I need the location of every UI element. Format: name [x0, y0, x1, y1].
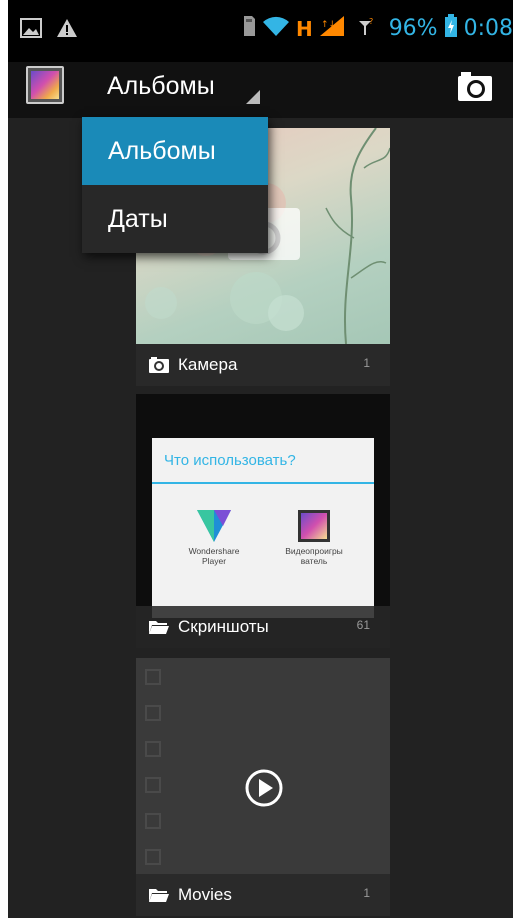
chooser-dialog-title: Что использовать? — [164, 452, 296, 469]
album-name: Камера — [178, 355, 238, 374]
gallery-app-icon[interactable] — [26, 66, 64, 104]
album-tile-screenshots[interactable]: Что использовать? Wondershare Player Вид… — [136, 394, 390, 648]
album-label-bar: Скриншоты 61 — [136, 606, 390, 648]
gallery-notification-icon — [20, 18, 42, 43]
chooser-app-label: Player — [201, 556, 227, 566]
chooser-app-item: Wondershare Player — [164, 508, 264, 566]
dropdown-item-dates[interactable]: Даты — [82, 185, 268, 253]
signal-icon: ↑↓ — [319, 15, 345, 42]
album-name: Скриншоты — [178, 617, 269, 636]
wondershare-player-icon — [197, 510, 231, 542]
play-button[interactable] — [244, 768, 284, 808]
album-label-bar: Камера 1 — [136, 344, 390, 386]
album-count: 1 — [363, 886, 370, 900]
battery-charging-icon — [444, 14, 458, 43]
wifi-icon — [262, 15, 290, 42]
sd-card-icon — [242, 15, 256, 42]
camera-icon — [458, 72, 492, 101]
chooser-app-label: Видеопроигры — [285, 546, 343, 556]
album-count: 61 — [356, 618, 370, 632]
no-sim-icon: ? — [355, 15, 377, 42]
album-mode-spinner[interactable]: Альбомы — [107, 72, 215, 101]
svg-text:↑↓: ↑↓ — [321, 20, 336, 30]
clock: 0:08 — [463, 16, 513, 41]
camera-icon — [148, 356, 170, 374]
dropdown-item-albums[interactable]: Альбомы — [82, 117, 268, 185]
status-bar: H ↑↓ ? 96% 0:08 — [8, 0, 513, 62]
chooser-app-item: Видеопроигры ватель — [264, 508, 364, 566]
play-icon — [245, 769, 283, 807]
chooser-app-label: ватель — [300, 556, 328, 566]
chooser-divider — [152, 482, 374, 484]
album-mode-dropdown: Альбомы Даты — [82, 117, 268, 253]
video-player-icon — [298, 510, 330, 542]
battery-percent: 96% — [388, 16, 438, 41]
album-label-bar: Movies 1 — [136, 874, 390, 916]
warning-icon — [56, 18, 78, 43]
action-bar: Альбомы — [8, 62, 513, 118]
network-type: H — [295, 16, 313, 41]
album-tile-movies[interactable]: Movies 1 — [136, 658, 390, 916]
folder-icon — [148, 618, 170, 636]
gallery-screen: H ↑↓ ? 96% 0:08 Альбомы Камера 1 Что исп… — [8, 0, 513, 918]
album-thumbnail — [145, 669, 161, 865]
chooser-app-label: Wondershare — [188, 546, 240, 556]
album-name: Movies — [178, 885, 232, 904]
spinner-arrow-icon — [246, 90, 260, 104]
album-count: 1 — [363, 356, 370, 370]
folder-icon — [148, 886, 170, 904]
camera-button[interactable] — [455, 70, 495, 104]
svg-text:?: ? — [369, 17, 373, 26]
album-thumbnail: Что использовать? Wondershare Player Вид… — [152, 438, 374, 618]
